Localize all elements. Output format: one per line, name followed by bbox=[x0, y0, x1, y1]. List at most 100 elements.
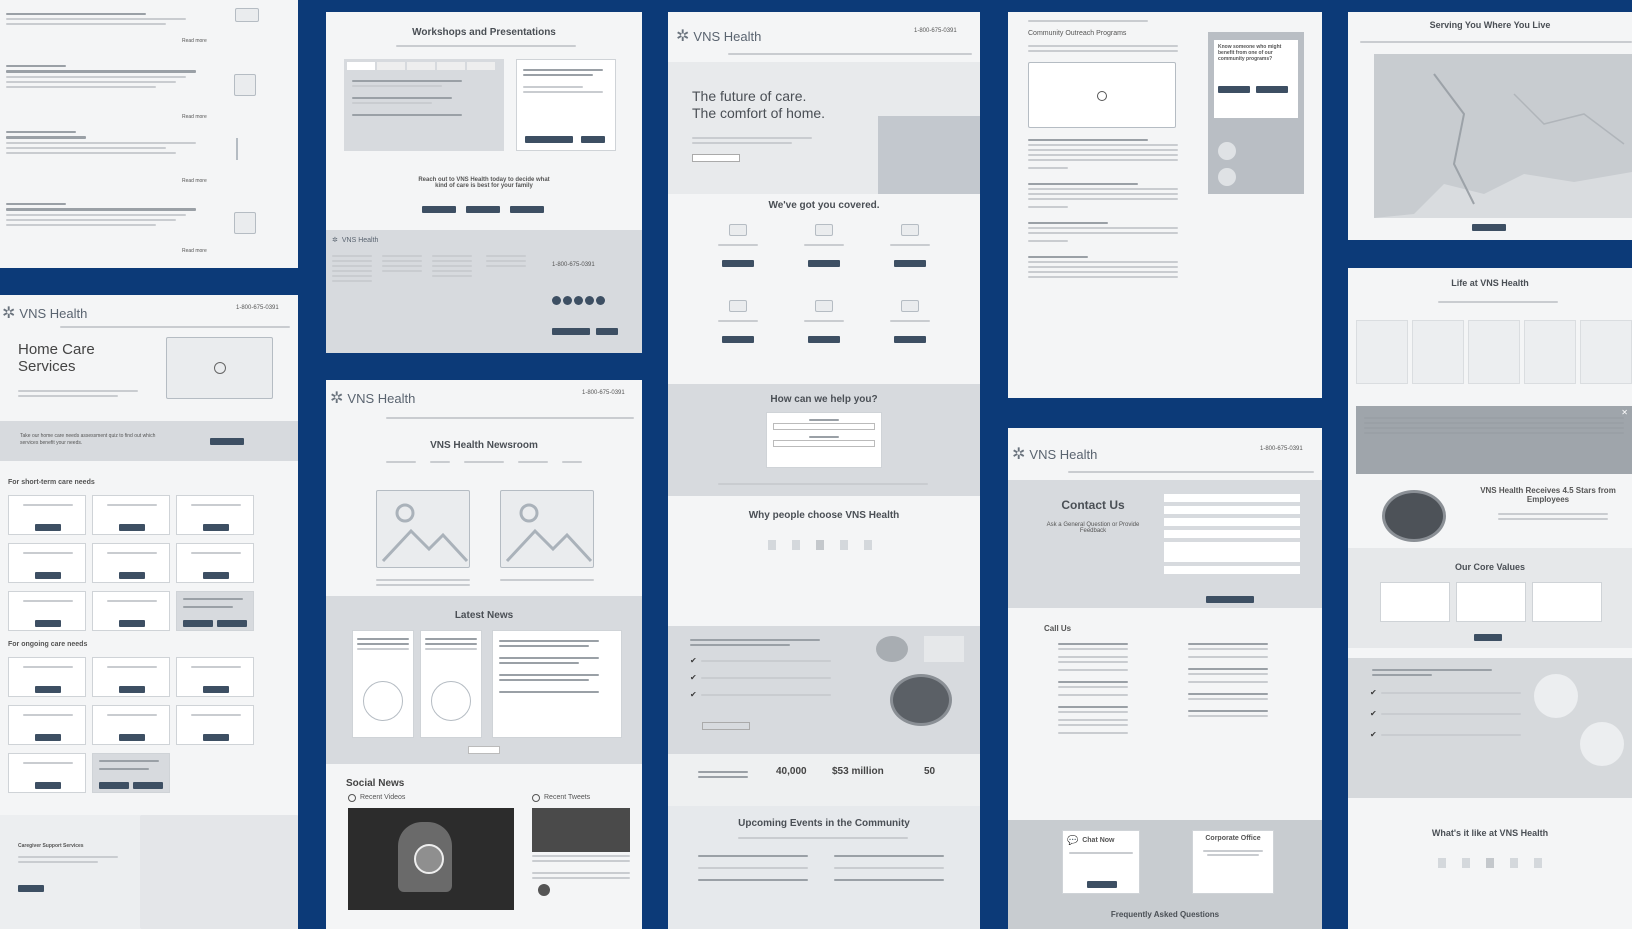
cta-text: Reach out to VNS Health today to decide … bbox=[418, 177, 550, 189]
learn-more-button[interactable] bbox=[18, 885, 44, 892]
video-player[interactable] bbox=[348, 808, 514, 910]
contact-cards: 💬 Chat Now Corporate Office Frequently As… bbox=[1008, 820, 1322, 929]
twitter-icon[interactable] bbox=[563, 296, 572, 305]
more-news-button[interactable] bbox=[468, 746, 500, 754]
news-card[interactable] bbox=[352, 630, 414, 738]
help-select[interactable] bbox=[773, 423, 875, 430]
form-field[interactable] bbox=[1164, 530, 1300, 538]
help-card[interactable] bbox=[92, 753, 170, 793]
section-title: Why people choose VNS Health bbox=[748, 510, 900, 521]
service-card[interactable] bbox=[8, 657, 86, 697]
youtube-icon[interactable] bbox=[596, 296, 605, 305]
map-graphic bbox=[1374, 54, 1632, 218]
footer-button[interactable] bbox=[552, 328, 590, 335]
service-card[interactable] bbox=[176, 543, 254, 583]
top-nav[interactable] bbox=[1068, 468, 1314, 476]
map-button[interactable] bbox=[1472, 224, 1506, 231]
footer-phone[interactable]: 1-800-675-0391 bbox=[552, 262, 595, 268]
footer-button[interactable] bbox=[596, 328, 618, 335]
tab[interactable] bbox=[467, 62, 495, 70]
core-values-section: Our Core Values bbox=[1348, 548, 1632, 648]
hero-button[interactable] bbox=[692, 154, 740, 162]
news-card[interactable] bbox=[420, 630, 482, 738]
chat-button[interactable] bbox=[1087, 881, 1117, 888]
awards-button[interactable] bbox=[702, 722, 750, 730]
tweet-image bbox=[532, 808, 630, 852]
values-button[interactable] bbox=[1474, 634, 1502, 641]
form-field[interactable] bbox=[1164, 494, 1300, 502]
play-icon[interactable] bbox=[414, 844, 444, 874]
help-section: How can we help you? bbox=[668, 384, 980, 496]
service-tile[interactable] bbox=[870, 224, 950, 272]
close-icon[interactable]: ✕ bbox=[1621, 408, 1628, 417]
panel-home-care: ✲ VNS Health 1-800-675-0391 Home Care Serv… bbox=[0, 295, 298, 929]
read-more-link[interactable]: Read more bbox=[182, 114, 207, 120]
top-nav[interactable] bbox=[728, 50, 972, 58]
corporate-card: Corporate Office bbox=[1192, 830, 1274, 894]
instagram-icon[interactable] bbox=[585, 296, 594, 305]
phone-number[interactable]: 1-800-675-0391 bbox=[236, 305, 279, 311]
tab[interactable] bbox=[407, 62, 435, 70]
tab[interactable] bbox=[347, 62, 375, 70]
service-card[interactable] bbox=[176, 657, 254, 697]
service-tile[interactable] bbox=[698, 300, 778, 348]
phone-number[interactable]: 1-800-675-0391 bbox=[914, 28, 957, 34]
logo-star-icon: ✲ bbox=[2, 305, 16, 322]
cta-button[interactable] bbox=[422, 206, 456, 213]
service-tile[interactable] bbox=[784, 224, 864, 272]
video-placeholder[interactable] bbox=[1028, 62, 1176, 128]
service-tile[interactable] bbox=[784, 300, 864, 348]
service-card[interactable] bbox=[92, 591, 170, 631]
read-more-link[interactable]: Read more bbox=[182, 248, 207, 254]
service-card[interactable] bbox=[92, 705, 170, 745]
sidebar-button[interactable] bbox=[1218, 86, 1250, 93]
hero-video-placeholder[interactable] bbox=[166, 337, 273, 399]
section-title: Our Core Values bbox=[1454, 562, 1526, 572]
cta-button[interactable] bbox=[466, 206, 500, 213]
sidebar-button[interactable] bbox=[1256, 86, 1288, 93]
request-button[interactable] bbox=[525, 136, 573, 143]
submit-button[interactable] bbox=[1206, 596, 1254, 603]
service-card[interactable] bbox=[92, 495, 170, 535]
help-card[interactable] bbox=[176, 591, 254, 631]
service-tile[interactable] bbox=[870, 300, 950, 348]
linkedin-icon[interactable] bbox=[574, 296, 583, 305]
phone-number[interactable]: 1-800-675-0391 bbox=[1260, 446, 1303, 452]
play-icon[interactable] bbox=[214, 362, 226, 374]
tab[interactable] bbox=[377, 62, 405, 70]
service-card[interactable] bbox=[8, 591, 86, 631]
form-textarea[interactable] bbox=[1164, 542, 1300, 562]
stat-value: $53 million bbox=[832, 766, 884, 777]
form-field[interactable] bbox=[1164, 566, 1300, 574]
section-title: Upcoming Events in the Community bbox=[738, 818, 910, 829]
tab[interactable] bbox=[437, 62, 465, 70]
service-card[interactable] bbox=[92, 657, 170, 697]
service-card[interactable] bbox=[8, 705, 86, 745]
service-card[interactable] bbox=[176, 495, 254, 535]
service-tile[interactable] bbox=[698, 224, 778, 272]
logo-star-icon: ✲ bbox=[1012, 446, 1026, 463]
play-icon[interactable] bbox=[1097, 91, 1107, 101]
form-field[interactable] bbox=[1164, 506, 1300, 514]
phone-number[interactable]: 1-800-675-0391 bbox=[582, 390, 625, 396]
section-title: Serving You Where You Live bbox=[1429, 20, 1551, 30]
help-select[interactable] bbox=[773, 440, 875, 447]
service-card[interactable] bbox=[8, 495, 86, 535]
submit-button[interactable] bbox=[581, 136, 605, 143]
form-field[interactable] bbox=[1164, 518, 1300, 526]
cta-button[interactable] bbox=[510, 206, 544, 213]
facebook-icon[interactable] bbox=[552, 296, 561, 305]
top-nav[interactable] bbox=[60, 323, 290, 331]
service-card[interactable] bbox=[8, 753, 86, 793]
service-area-map[interactable] bbox=[1374, 54, 1632, 218]
service-card[interactable] bbox=[92, 543, 170, 583]
section-heading: For short-term care needs bbox=[8, 479, 95, 486]
top-nav[interactable] bbox=[386, 414, 634, 422]
help-form bbox=[766, 412, 882, 468]
service-card[interactable] bbox=[8, 543, 86, 583]
read-more-link[interactable]: Read more bbox=[182, 178, 207, 184]
quiz-button[interactable] bbox=[210, 438, 244, 445]
read-more-link[interactable]: Read more bbox=[182, 38, 207, 44]
chat-card: 💬 Chat Now bbox=[1062, 830, 1140, 894]
service-card[interactable] bbox=[176, 705, 254, 745]
